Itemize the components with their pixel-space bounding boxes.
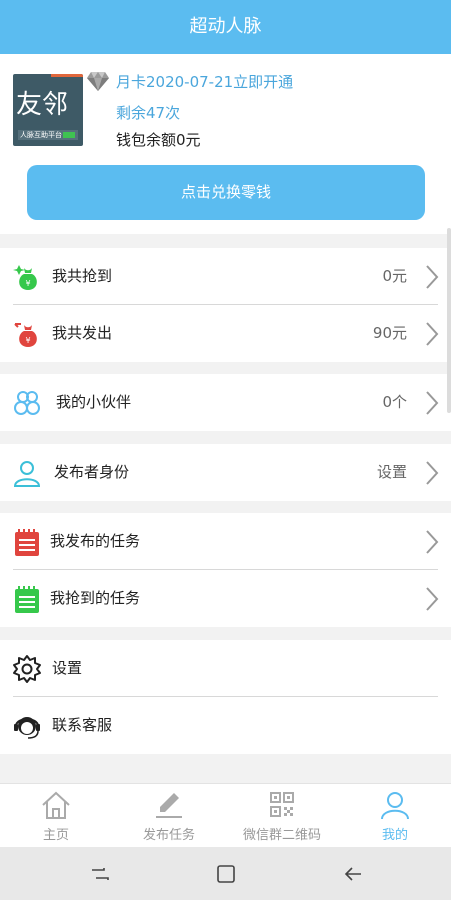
headset-support-icon: [14, 717, 40, 739]
menu-item-my-tasks[interactable]: 我发布的任务: [0, 513, 451, 570]
chevron-right-icon: [426, 391, 439, 415]
chevron-right-icon: [426, 530, 439, 554]
recent-apps-icon[interactable]: [90, 864, 110, 884]
menu-item-settings[interactable]: 设置: [0, 640, 451, 697]
tab-publish-label: 发布任务: [142, 828, 195, 843]
support-label: 联系客服: [52, 716, 113, 734]
logo-text: 友邻: [16, 90, 69, 120]
publisher-value: 设置: [376, 463, 407, 481]
chevron-right-icon: [426, 322, 439, 346]
publisher-group: 发布者身份 设置: [0, 444, 451, 501]
tasks-group: 我发布的任务 我抢到的任务: [0, 513, 451, 627]
svg-text:¥: ¥: [25, 279, 30, 288]
back-arrow-icon[interactable]: [343, 864, 363, 884]
tab-mine-label: 我的: [381, 828, 408, 843]
home-icon: [42, 791, 70, 819]
publisher-label: 发布者身份: [54, 463, 130, 481]
tab-publish[interactable]: 发布任务: [113, 784, 225, 848]
money-bag-red-icon: ¥: [14, 323, 37, 347]
qrcode-icon: [270, 792, 294, 817]
tab-mine[interactable]: 我的: [339, 784, 451, 848]
profile-card: 友邻 人脉互助平台 月卡2020-07-21立即开通 剩余47次 钱包余额0元 …: [0, 54, 451, 234]
menu-item-partners[interactable]: 我的小伙伴 0个: [0, 374, 451, 431]
chevron-right-icon: [426, 461, 439, 485]
system-navigation-bar: [0, 847, 451, 900]
chevron-right-icon: [426, 265, 439, 289]
svg-text:¥: ¥: [25, 336, 30, 345]
money-bag-green-icon: ¥: [13, 265, 37, 290]
user-icon: [13, 461, 41, 487]
partners-label: 我的小伙伴: [56, 393, 132, 411]
earnings-group: ¥ 我共抢到 0元 ¥ 我共发出 90元: [0, 248, 451, 362]
bottom-tab-bar: 主页 发布任务 微信群二维码 我的: [0, 783, 451, 847]
tab-home-label: 主页: [42, 828, 69, 843]
menu-item-sent[interactable]: ¥ 我共发出 90元: [0, 305, 451, 362]
sent-label: 我共发出: [52, 324, 113, 342]
notepad-green-icon: [15, 586, 39, 613]
my-tasks-label: 我发布的任务: [50, 532, 141, 550]
partners-value: 0个: [382, 393, 407, 411]
partners-group: 我的小伙伴 0个: [0, 374, 451, 431]
grabbed-label: 我共抢到: [52, 267, 113, 285]
user-active-icon: [381, 792, 409, 820]
chevron-right-icon: [426, 587, 439, 611]
vip-status-link[interactable]: 月卡2020-07-21立即开通: [116, 71, 293, 92]
app-logo: 友邻 人脉互助平台: [13, 74, 83, 146]
grabbed-tasks-label: 我抢到的任务: [50, 589, 141, 607]
tab-home[interactable]: 主页: [0, 784, 112, 848]
wallet-balance: 钱包余额0元: [116, 131, 201, 149]
tab-qrcode[interactable]: 微信群二维码: [226, 784, 338, 848]
notepad-red-icon: [15, 529, 39, 556]
menu-item-grabbed[interactable]: ¥ 我共抢到 0元: [0, 248, 451, 305]
remaining-count: 剩余47次: [116, 104, 181, 122]
menu-item-publisher[interactable]: 发布者身份 设置: [0, 444, 451, 501]
app-title: 超动人脉: [0, 0, 451, 54]
diamond-icon: [87, 72, 109, 91]
settings-group: 设置 联系客服: [0, 640, 451, 754]
partners-icon: [14, 391, 40, 415]
sent-value: 90元: [372, 324, 407, 342]
pencil-icon: [156, 793, 182, 818]
tab-qrcode-label: 微信群二维码: [242, 828, 321, 843]
gear-icon: [13, 655, 41, 683]
grabbed-value: 0元: [382, 267, 407, 285]
menu-item-grabbed-tasks[interactable]: 我抢到的任务: [0, 570, 451, 627]
settings-label: 设置: [52, 659, 83, 677]
logo-tag: 人脉互助平台: [20, 131, 62, 139]
exchange-button[interactable]: 点击兑换零钱: [27, 165, 425, 220]
scrollbar[interactable]: [447, 228, 451, 413]
home-button-icon[interactable]: [216, 864, 236, 884]
menu-item-support[interactable]: 联系客服: [0, 697, 451, 754]
